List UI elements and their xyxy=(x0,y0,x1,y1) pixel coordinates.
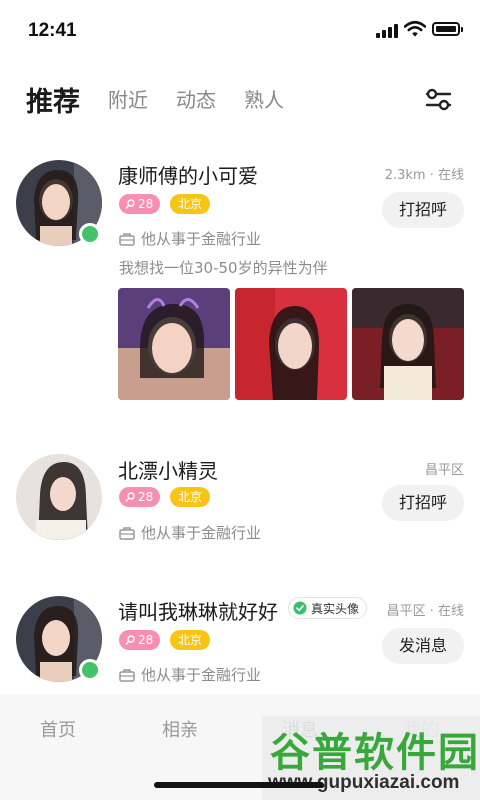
female-icon xyxy=(125,198,135,209)
briefcase-icon xyxy=(119,668,135,682)
location-status: 昌平区 · 在线 xyxy=(386,604,464,619)
city-badge: 北京 xyxy=(170,194,211,214)
distance-status: 2.3km · 在线 xyxy=(384,168,464,183)
age-value: 28 xyxy=(138,197,154,211)
gallery-photo[interactable] xyxy=(352,288,464,400)
briefcase-icon xyxy=(119,232,135,246)
user-name[interactable]: 请叫我琳琳就好好 xyxy=(118,596,278,625)
age-value: 28 xyxy=(138,633,154,647)
watermark-title: 谷普软件园 xyxy=(270,730,480,776)
age-badge: 28 xyxy=(119,487,161,507)
cellular-signal-icon xyxy=(376,22,402,38)
greet-button[interactable]: 打招呼 xyxy=(382,485,464,521)
tab-recommend[interactable]: 推荐 xyxy=(26,80,80,119)
status-bar: 12:41 xyxy=(0,0,480,64)
city-badge: 北京 xyxy=(170,487,211,507)
verified-label: 真实头像 xyxy=(311,601,360,616)
tab-nearby[interactable]: 附近 xyxy=(108,84,148,113)
message-button[interactable]: 发消息 xyxy=(382,628,464,664)
user-card[interactable]: 北漂小精灵 昌平区 28 北京 打招呼 他从事于金融行业 xyxy=(0,445,480,555)
greet-button[interactable]: 打招呼 xyxy=(382,192,464,228)
battery-icon xyxy=(432,22,463,36)
female-icon xyxy=(125,634,135,645)
job-info: 他从事于金融行业 xyxy=(119,664,261,685)
age-value: 28 xyxy=(138,490,154,504)
location-text: 昌平区 xyxy=(424,463,464,478)
top-tabs: 推荐 附近 动态 熟人 xyxy=(0,78,480,122)
status-time: 12:41 xyxy=(28,20,77,41)
online-indicator xyxy=(79,223,101,245)
briefcase-icon xyxy=(119,526,135,540)
job-text: 他从事于金融行业 xyxy=(141,230,262,248)
nav-matchmaking[interactable]: 相亲 xyxy=(162,716,198,742)
gallery-photo[interactable] xyxy=(118,288,230,400)
home-indicator[interactable] xyxy=(154,782,324,788)
online-indicator xyxy=(79,659,101,681)
gallery-photo[interactable] xyxy=(235,288,347,400)
job-info: 他从事于金融行业 xyxy=(119,522,261,543)
wifi-icon xyxy=(404,20,426,37)
age-badge: 28 xyxy=(119,194,161,214)
age-badge: 28 xyxy=(119,630,161,650)
verified-check-icon xyxy=(293,601,307,615)
tab-moments[interactable]: 动态 xyxy=(176,84,216,113)
user-name[interactable]: 康师傅的小可爱 xyxy=(118,160,258,189)
verified-badge: 真实头像 xyxy=(288,597,368,619)
bio-text: 我想找一位30-50岁的异性为伴 xyxy=(119,259,328,277)
city-badge: 北京 xyxy=(170,630,211,650)
job-text: 他从事于金融行业 xyxy=(141,666,262,684)
job-info: 他从事于金融行业 xyxy=(119,228,261,249)
job-text: 他从事于金融行业 xyxy=(141,524,262,542)
user-card[interactable]: 请叫我琳琳就好好 真实头像 昌平区 · 在线 28 北京 发消息 他从事于金融行… xyxy=(0,586,480,694)
user-name[interactable]: 北漂小精灵 xyxy=(118,455,218,484)
sliders-icon[interactable] xyxy=(424,86,452,112)
female-icon xyxy=(125,491,135,502)
tab-acquaintances[interactable]: 熟人 xyxy=(244,84,284,113)
avatar[interactable] xyxy=(16,454,102,540)
nav-home[interactable]: 首页 xyxy=(40,716,76,742)
